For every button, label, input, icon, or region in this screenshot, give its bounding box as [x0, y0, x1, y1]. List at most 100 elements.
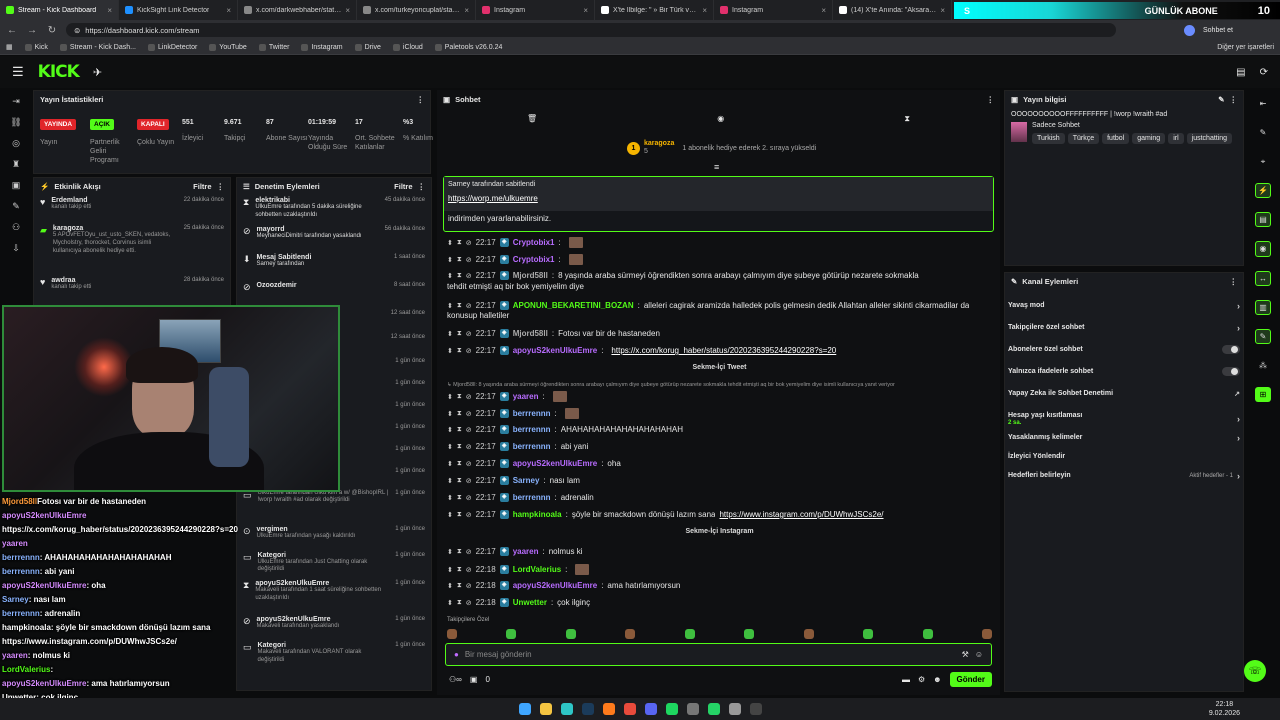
- message-user[interactable]: berrrennn: [513, 425, 551, 434]
- stream-tag[interactable]: Türkçe: [1067, 133, 1100, 144]
- ban-icon[interactable]: ⊘: [466, 426, 472, 434]
- activity-filter[interactable]: Filtre: [193, 182, 211, 191]
- discord-icon[interactable]: [644, 703, 657, 715]
- emote-shortcut[interactable]: [981, 629, 992, 639]
- message-user[interactable]: yaaren: [513, 547, 539, 556]
- more-icon[interactable]: ⋮: [217, 182, 225, 191]
- profile-avatar[interactable]: [1184, 24, 1195, 36]
- message-user[interactable]: Cryptobix1: [513, 255, 555, 264]
- ban-icon[interactable]: ⊘: [466, 302, 472, 310]
- ban-icon[interactable]: ⊘: [466, 347, 472, 355]
- edit-icon[interactable]: ✎: [1218, 95, 1224, 104]
- browser-tab[interactable]: KickSight Link Detector ×: [119, 0, 238, 20]
- apps-icon[interactable]: ▦: [6, 43, 13, 51]
- menu-icon[interactable]: ☰: [12, 64, 24, 80]
- message-user[interactable]: apoyuS2kenUlkuEmre: [513, 459, 597, 468]
- timeout-icon[interactable]: ⧗: [457, 239, 462, 247]
- message-user[interactable]: apoyuS2kenUlkuEmre: [513, 581, 597, 590]
- moderation-pin-icon[interactable]: ⬍: [447, 582, 453, 590]
- stream-tag[interactable]: futbol: [1102, 133, 1130, 144]
- ban-icon[interactable]: ⊘: [466, 494, 472, 502]
- document-icon[interactable]: ▥: [1255, 299, 1271, 315]
- ban-icon[interactable]: ⊘: [466, 410, 472, 418]
- bookmark-item[interactable]: Twitter: [258, 43, 289, 51]
- ban-icon[interactable]: ⊘: [466, 582, 472, 590]
- chrome-icon[interactable]: [623, 703, 636, 715]
- timeout-icon[interactable]: ⧗: [457, 426, 462, 434]
- ban-icon[interactable]: ⊘: [466, 599, 472, 607]
- pin-icon[interactable]: ✈: [93, 66, 102, 79]
- pinned-link[interactable]: https://worp.me/ulkuemre: [448, 194, 989, 203]
- moderation-pin-icon[interactable]: ⬍: [447, 443, 453, 451]
- moderation-pin-icon[interactable]: ⬍: [447, 330, 453, 338]
- emote-shortcut[interactable]: [565, 629, 576, 639]
- profile-label[interactable]: Sohbet et: [1203, 27, 1233, 34]
- obs-icon[interactable]: [749, 703, 762, 715]
- message-user[interactable]: yaaren: [513, 392, 539, 401]
- pencil-icon[interactable]: ✎: [1255, 125, 1271, 140]
- channel-action-row[interactable]: İzleyici Yönlendir: [1008, 452, 1240, 461]
- whatsapp-icon[interactable]: [707, 703, 720, 715]
- message-user[interactable]: Unwetter: [513, 598, 547, 607]
- bookmark-item[interactable]: Drive: [354, 43, 381, 51]
- ban-icon[interactable]: ⊘: [466, 477, 472, 485]
- close-tab-icon[interactable]: ×: [345, 6, 350, 15]
- moderation-pin-icon[interactable]: ⬍: [447, 239, 453, 247]
- timeout-icon[interactable]: ⧗: [457, 511, 462, 519]
- bookmark-item[interactable]: YouTube: [209, 43, 247, 51]
- sidebar-toggle-icon[interactable]: ⇤: [1255, 96, 1271, 111]
- arrows-icon[interactable]: ↔: [1255, 270, 1271, 286]
- link-icon[interactable]: ⛓: [10, 117, 21, 128]
- clock[interactable]: 22:18 9.02.2026: [1209, 700, 1240, 718]
- scroll-chevron-icon[interactable]: ≡: [714, 162, 719, 172]
- timeout-icon[interactable]: ⧗: [457, 477, 462, 485]
- more-icon[interactable]: ⋮: [1230, 95, 1238, 104]
- channel-action-row[interactable]: Hedefleri belirleyin Aktif hedefler - 1 ›: [1008, 471, 1240, 481]
- message-user[interactable]: berrrennn: [513, 493, 551, 502]
- mic-icon[interactable]: ●: [454, 650, 459, 659]
- bookmark-item[interactable]: LinkDetector: [148, 43, 197, 51]
- more-icon[interactable]: ⋮: [417, 95, 425, 104]
- channel-action-row[interactable]: Yavaş mod ›: [1008, 301, 1240, 311]
- users-icon[interactable]: ⚇∞: [449, 675, 462, 684]
- instagram-embed-separator[interactable]: Sekme-İçi Instagram: [447, 528, 992, 535]
- moderation-pin-icon[interactable]: ⬍: [447, 477, 453, 485]
- emote-shortcut[interactable]: [744, 629, 755, 639]
- bookmark-item[interactable]: iCloud: [392, 43, 423, 51]
- globe-icon[interactable]: ◎: [12, 138, 20, 149]
- timeout-icon[interactable]: ⧗: [457, 302, 462, 310]
- moderation-pin-icon[interactable]: ⬍: [447, 460, 453, 468]
- timeout-icon[interactable]: ⧗: [457, 443, 462, 451]
- bookmark-item[interactable]: Stream - Kick Dash...: [59, 43, 136, 51]
- file-icon[interactable]: ▤: [1255, 212, 1271, 228]
- message-link[interactable]: https://www.instagram.com/p/DUWhwJSCs2e/: [719, 510, 883, 519]
- bookmark-item[interactable]: Instagram: [301, 43, 343, 51]
- timeout-icon[interactable]: ⧗: [457, 410, 462, 418]
- timeout-icon[interactable]: ⧗: [457, 494, 462, 502]
- timeout-icon[interactable]: ⧗: [457, 582, 462, 590]
- moderation-filter[interactable]: Filtre: [394, 182, 412, 191]
- more-icon[interactable]: ⋮: [418, 182, 426, 191]
- message-user[interactable]: hampkinoala: [513, 510, 562, 519]
- spotify-icon[interactable]: [665, 703, 678, 715]
- emote-shortcut[interactable]: [863, 629, 874, 639]
- message-user[interactable]: berrrennn: [513, 442, 551, 451]
- refresh-icon[interactable]: ⟳: [1260, 67, 1268, 78]
- ban-icon[interactable]: ⊘: [466, 272, 472, 280]
- download-icon[interactable]: ⇩: [12, 243, 20, 254]
- more-icon[interactable]: ⋮: [1230, 277, 1238, 286]
- forward-icon[interactable]: →: [26, 25, 38, 36]
- timeout-icon[interactable]: ⧗: [457, 548, 462, 556]
- message-user[interactable]: APONUN_BEKARETINI_BOZAN: [513, 301, 634, 310]
- channel-action-row[interactable]: Abonelere özel sohbet: [1008, 345, 1240, 355]
- lightning-icon[interactable]: ⚡: [1255, 183, 1271, 199]
- timeout-icon[interactable]: ⧗: [457, 599, 462, 607]
- chat-bubble-icon[interactable]: ▬: [902, 675, 910, 684]
- support-chat-button[interactable]: ☏: [1244, 660, 1266, 682]
- message-user[interactable]: Mjord58ll: [513, 271, 548, 280]
- collapse-icon[interactable]: ⇥: [12, 96, 20, 107]
- video-icon[interactable]: ▣: [12, 180, 21, 191]
- ban-icon[interactable]: ⊘: [466, 256, 472, 264]
- message-user[interactable]: Cryptobix1: [513, 238, 555, 247]
- timeout-icon[interactable]: ⧗: [457, 256, 462, 264]
